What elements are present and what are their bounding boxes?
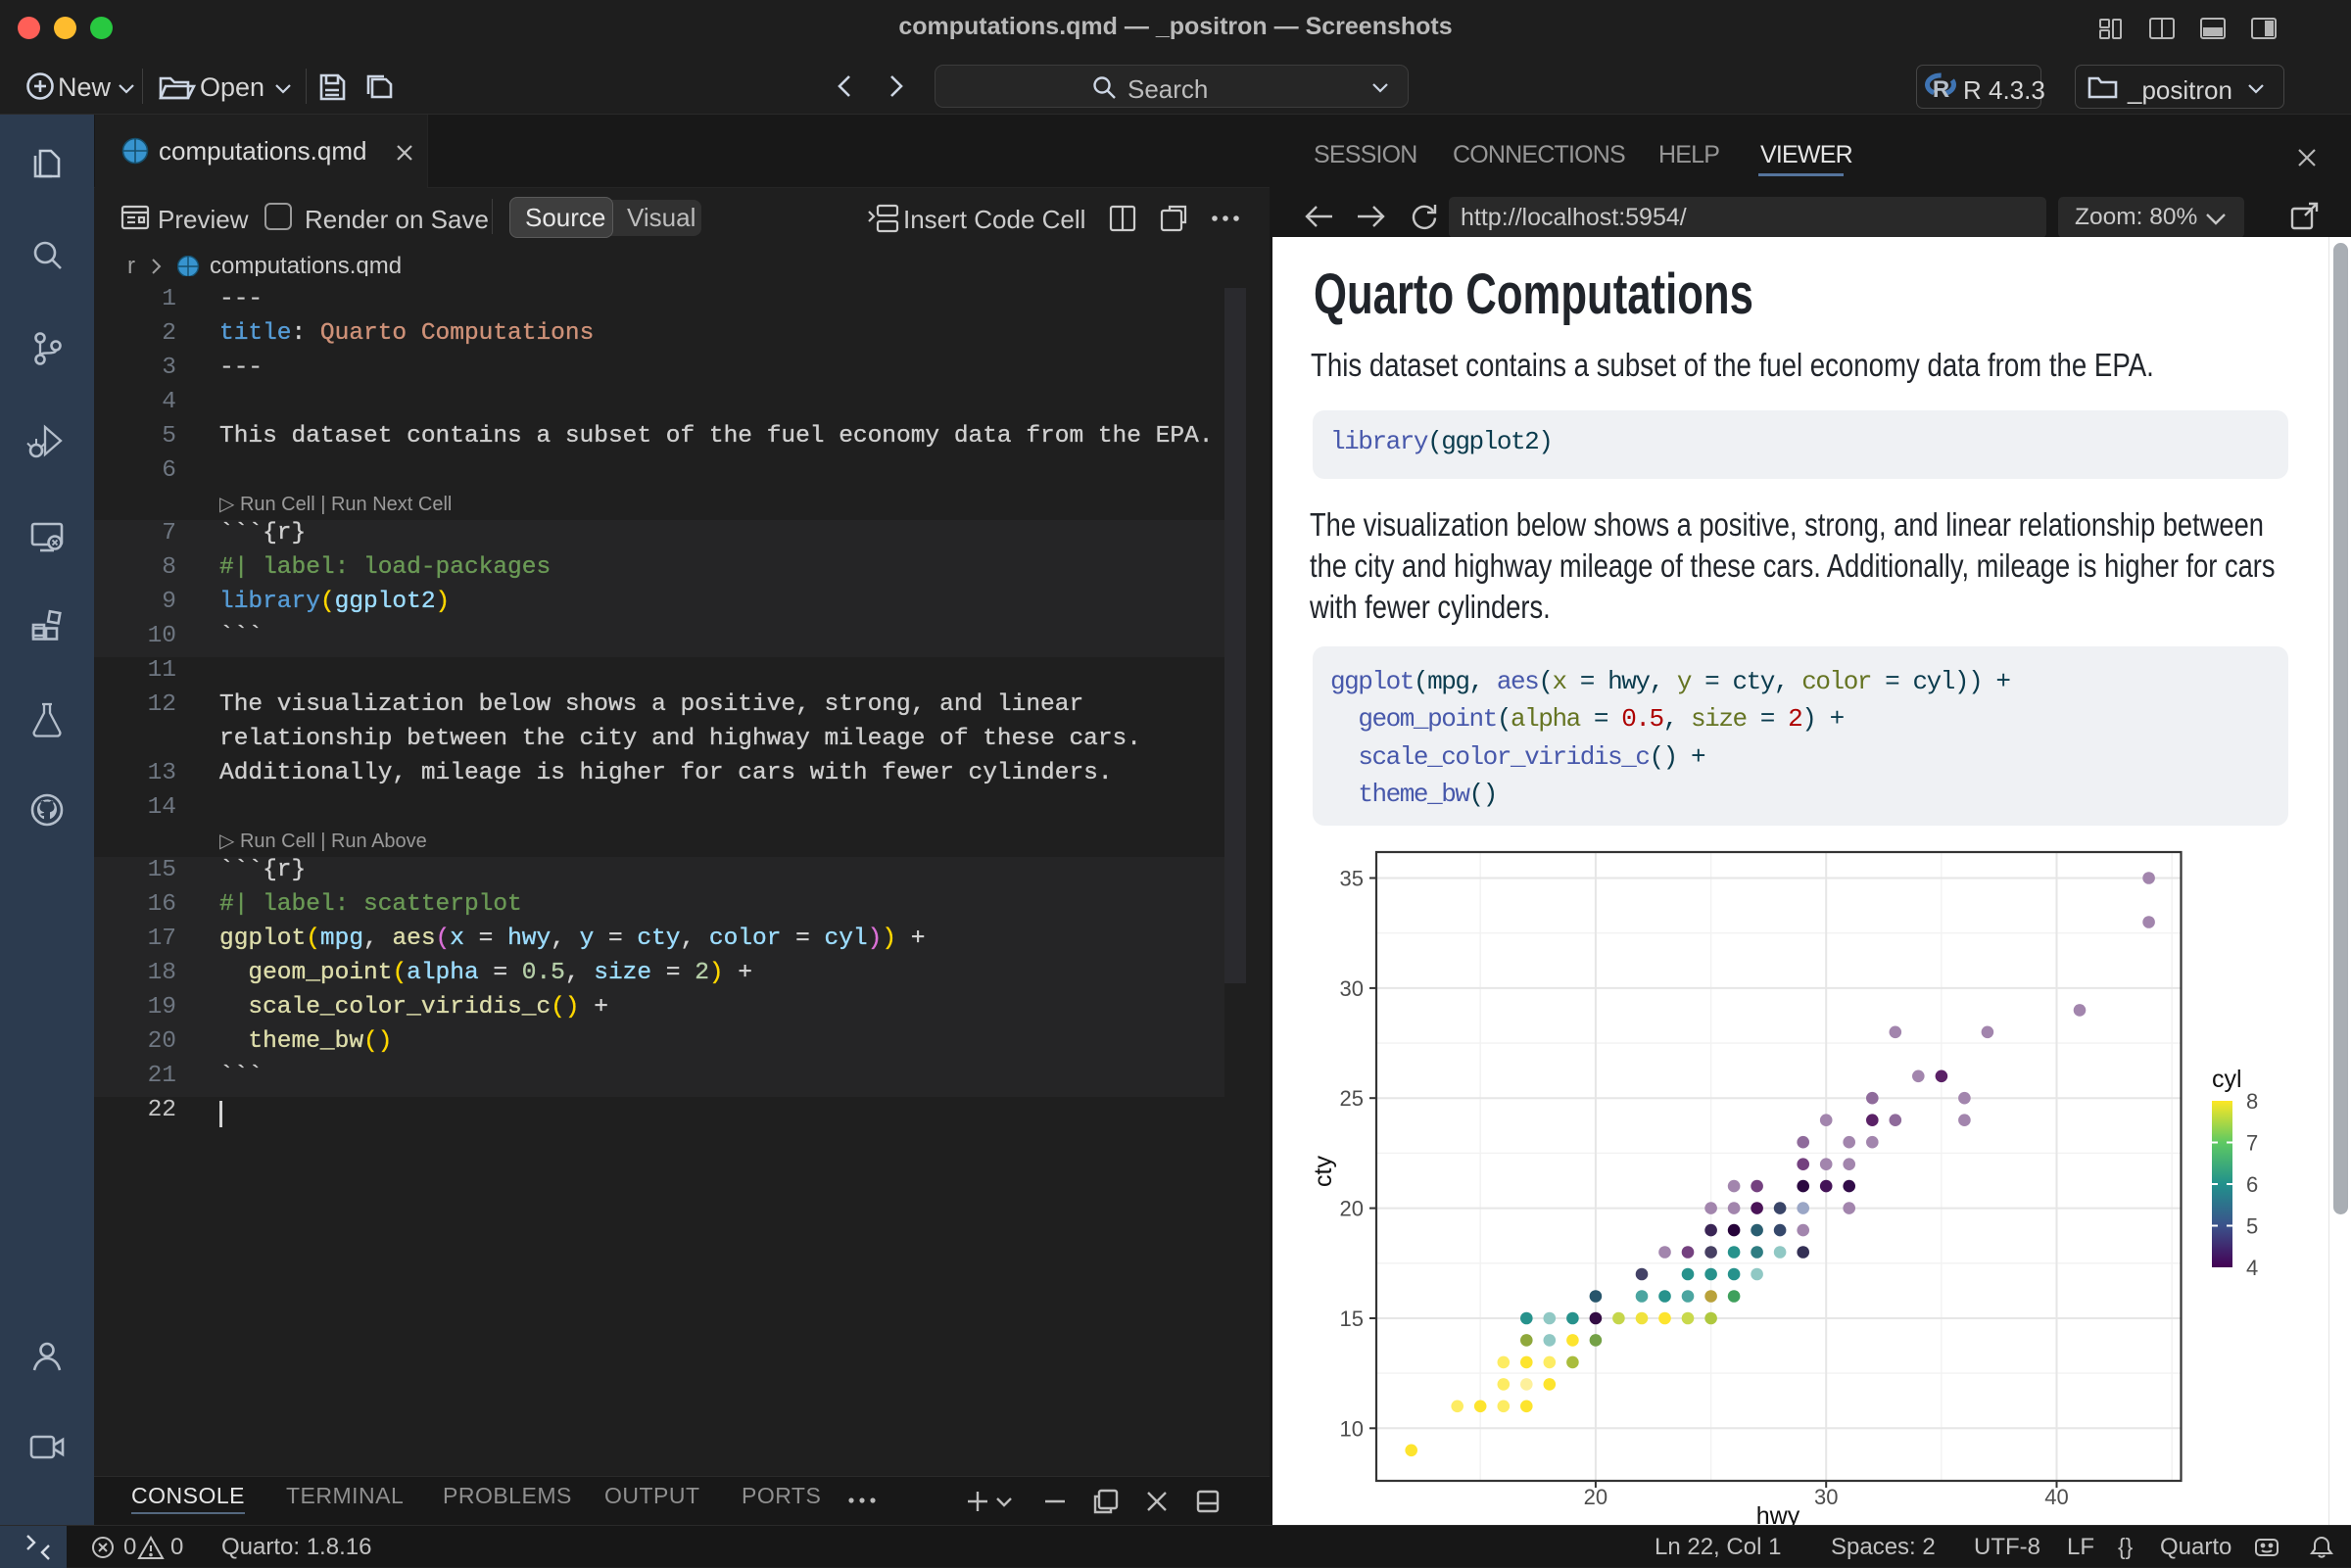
svg-text:hwy: hwy: [1756, 1502, 1800, 1525]
svg-text:30: 30: [1814, 1485, 1838, 1509]
svg-text:20: 20: [1340, 1197, 1364, 1221]
svg-text:5: 5: [2246, 1214, 2258, 1239]
svg-text:R: R: [1933, 76, 1949, 103]
svg-text:15: 15: [1340, 1307, 1364, 1331]
svg-text:35: 35: [1340, 867, 1364, 891]
svg-text:4: 4: [2246, 1256, 2258, 1280]
svg-text:40: 40: [2044, 1485, 2068, 1509]
svg-text:10: 10: [1340, 1416, 1364, 1441]
svg-text:6: 6: [2246, 1172, 2258, 1197]
svg-text:7: 7: [2246, 1131, 2258, 1156]
svg-text:20: 20: [1584, 1485, 1607, 1509]
svg-text:cty: cty: [1310, 1156, 1337, 1187]
svg-text:cyl: cyl: [2212, 1066, 2242, 1093]
svg-text:8: 8: [2246, 1089, 2258, 1114]
svg-text:25: 25: [1340, 1086, 1364, 1111]
svg-text:30: 30: [1340, 976, 1364, 1001]
